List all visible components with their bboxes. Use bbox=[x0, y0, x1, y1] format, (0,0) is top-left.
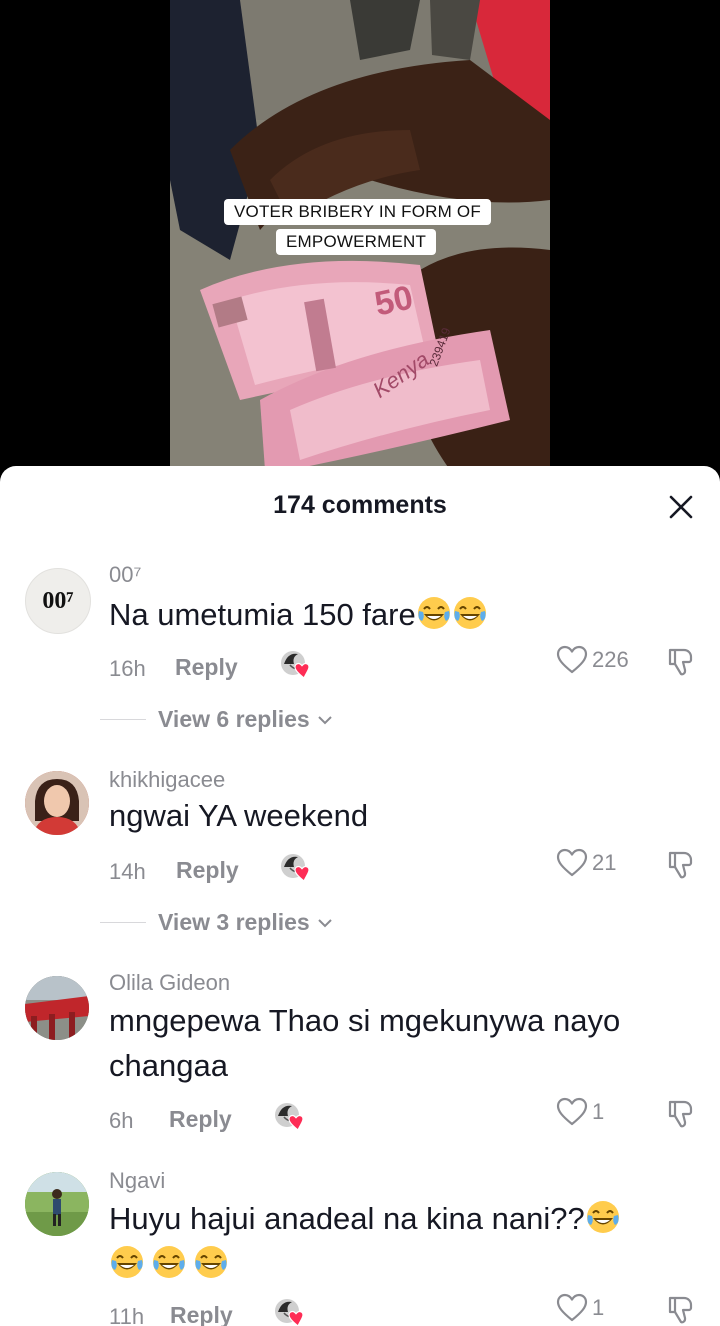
dislike-icon[interactable] bbox=[664, 1098, 696, 1130]
comment-time: 11h bbox=[109, 1304, 145, 1326]
comment-text-content: Na umetumia 150 fare bbox=[109, 597, 416, 632]
reply-button[interactable]: Reply bbox=[175, 654, 238, 681]
replies-divider bbox=[100, 922, 146, 923]
close-button[interactable] bbox=[666, 492, 696, 522]
joy-emoji-icon bbox=[193, 1244, 229, 1280]
view-replies-label: View 6 replies bbox=[158, 706, 310, 732]
like-count: 1 bbox=[592, 1099, 605, 1124]
joy-emoji-icon bbox=[109, 1244, 145, 1280]
like-button[interactable]: 226 bbox=[556, 644, 629, 676]
comments-header: 174 comments bbox=[0, 466, 720, 546]
close-icon bbox=[669, 495, 693, 519]
comment-item: khikhigacee ngwai YA weekend 14h Reply 2… bbox=[0, 761, 720, 961]
like-count: 21 bbox=[592, 850, 617, 875]
dislike-icon[interactable] bbox=[664, 646, 696, 678]
view-replies-button[interactable]: View 3 replies bbox=[100, 909, 334, 936]
comment-text-line2: changaa bbox=[109, 1048, 228, 1083]
view-replies-button[interactable]: View 6 replies bbox=[100, 706, 334, 733]
comment-text: Na umetumia 150 fare bbox=[109, 592, 699, 637]
avatar[interactable] bbox=[25, 771, 89, 835]
chevron-down-icon bbox=[318, 918, 332, 927]
like-count: 226 bbox=[592, 647, 629, 672]
comment-text-line1: Huyu hajui anadeal na kina nani?? bbox=[109, 1196, 699, 1241]
video-caption-line2: EMPOWERMENT bbox=[276, 229, 437, 255]
creator-liked-icon bbox=[278, 648, 314, 680]
reply-button[interactable]: Reply bbox=[169, 1106, 232, 1133]
chevron-down-icon bbox=[318, 715, 332, 724]
comment-username[interactable]: Olila Gideon bbox=[109, 970, 230, 996]
video-caption-line1: VOTER BRIBERY IN FORM OF bbox=[224, 199, 491, 225]
comment-item: 00⁷ 00⁷ Na umetumia 150 fare 16h Reply 2… bbox=[0, 556, 720, 756]
comment-item: Olila Gideon mngepewa Thao si mgekunywa … bbox=[0, 966, 720, 1166]
heart-outline-icon bbox=[556, 1096, 588, 1128]
avatar[interactable]: 00⁷ bbox=[25, 568, 91, 634]
user-avatar-photo bbox=[25, 976, 89, 1040]
dislike-icon[interactable] bbox=[664, 1294, 696, 1326]
video-player[interactable]: 50 Kenya 239419 VOTER BRIBERY IN FORM OF… bbox=[0, 0, 720, 470]
comment-time: 6h bbox=[109, 1108, 134, 1133]
like-button[interactable]: 1 bbox=[556, 1096, 604, 1128]
heart-outline-icon bbox=[556, 1292, 588, 1324]
replies-divider bbox=[100, 719, 146, 720]
reply-button[interactable]: Reply bbox=[176, 857, 239, 884]
heart-outline-icon bbox=[556, 847, 588, 879]
comment-item: Ngavi Huyu hajui anadeal na kina nani?? … bbox=[0, 1164, 720, 1326]
like-button[interactable]: 1 bbox=[556, 1292, 604, 1324]
like-button[interactable]: 21 bbox=[556, 847, 616, 879]
comment-username[interactable]: khikhigacee bbox=[109, 767, 225, 793]
avatar[interactable] bbox=[25, 976, 89, 1040]
comment-time: 16h bbox=[109, 656, 146, 681]
heart-outline-icon bbox=[556, 644, 588, 676]
comment-username[interactable]: 00⁷ bbox=[109, 562, 141, 588]
joy-emoji-icon bbox=[416, 595, 452, 631]
view-replies-label: View 3 replies bbox=[158, 909, 310, 935]
creator-liked-icon bbox=[278, 851, 314, 883]
avatar-text: 00⁷ bbox=[42, 587, 74, 614]
comment-time: 14h bbox=[109, 859, 146, 884]
comment-text: ngwai YA weekend bbox=[109, 798, 369, 833]
comments-count-title: 174 comments bbox=[273, 491, 447, 519]
avatar[interactable] bbox=[25, 1172, 89, 1236]
creator-liked-icon bbox=[272, 1100, 308, 1132]
comment-text-content: Huyu hajui anadeal na kina nani?? bbox=[109, 1201, 585, 1236]
dislike-icon[interactable] bbox=[664, 849, 696, 881]
comments-sheet: 174 comments 00⁷ 00⁷ Na umetumia 150 far… bbox=[0, 466, 720, 1326]
user-avatar-photo bbox=[25, 1172, 89, 1236]
creator-liked-icon bbox=[272, 1296, 308, 1326]
comment-username[interactable]: Ngavi bbox=[109, 1168, 165, 1194]
reply-button[interactable]: Reply bbox=[170, 1302, 233, 1326]
user-avatar-photo bbox=[25, 771, 89, 835]
joy-emoji-icon bbox=[151, 1244, 187, 1280]
comment-text-line1: mngepewa Thao si mgekunywa nayo bbox=[109, 1003, 621, 1038]
comment-text-line2 bbox=[109, 1241, 699, 1286]
joy-emoji-icon bbox=[585, 1199, 621, 1235]
like-count: 1 bbox=[592, 1295, 605, 1320]
joy-emoji-icon bbox=[452, 595, 488, 631]
banknote-value: 50 bbox=[371, 278, 417, 324]
